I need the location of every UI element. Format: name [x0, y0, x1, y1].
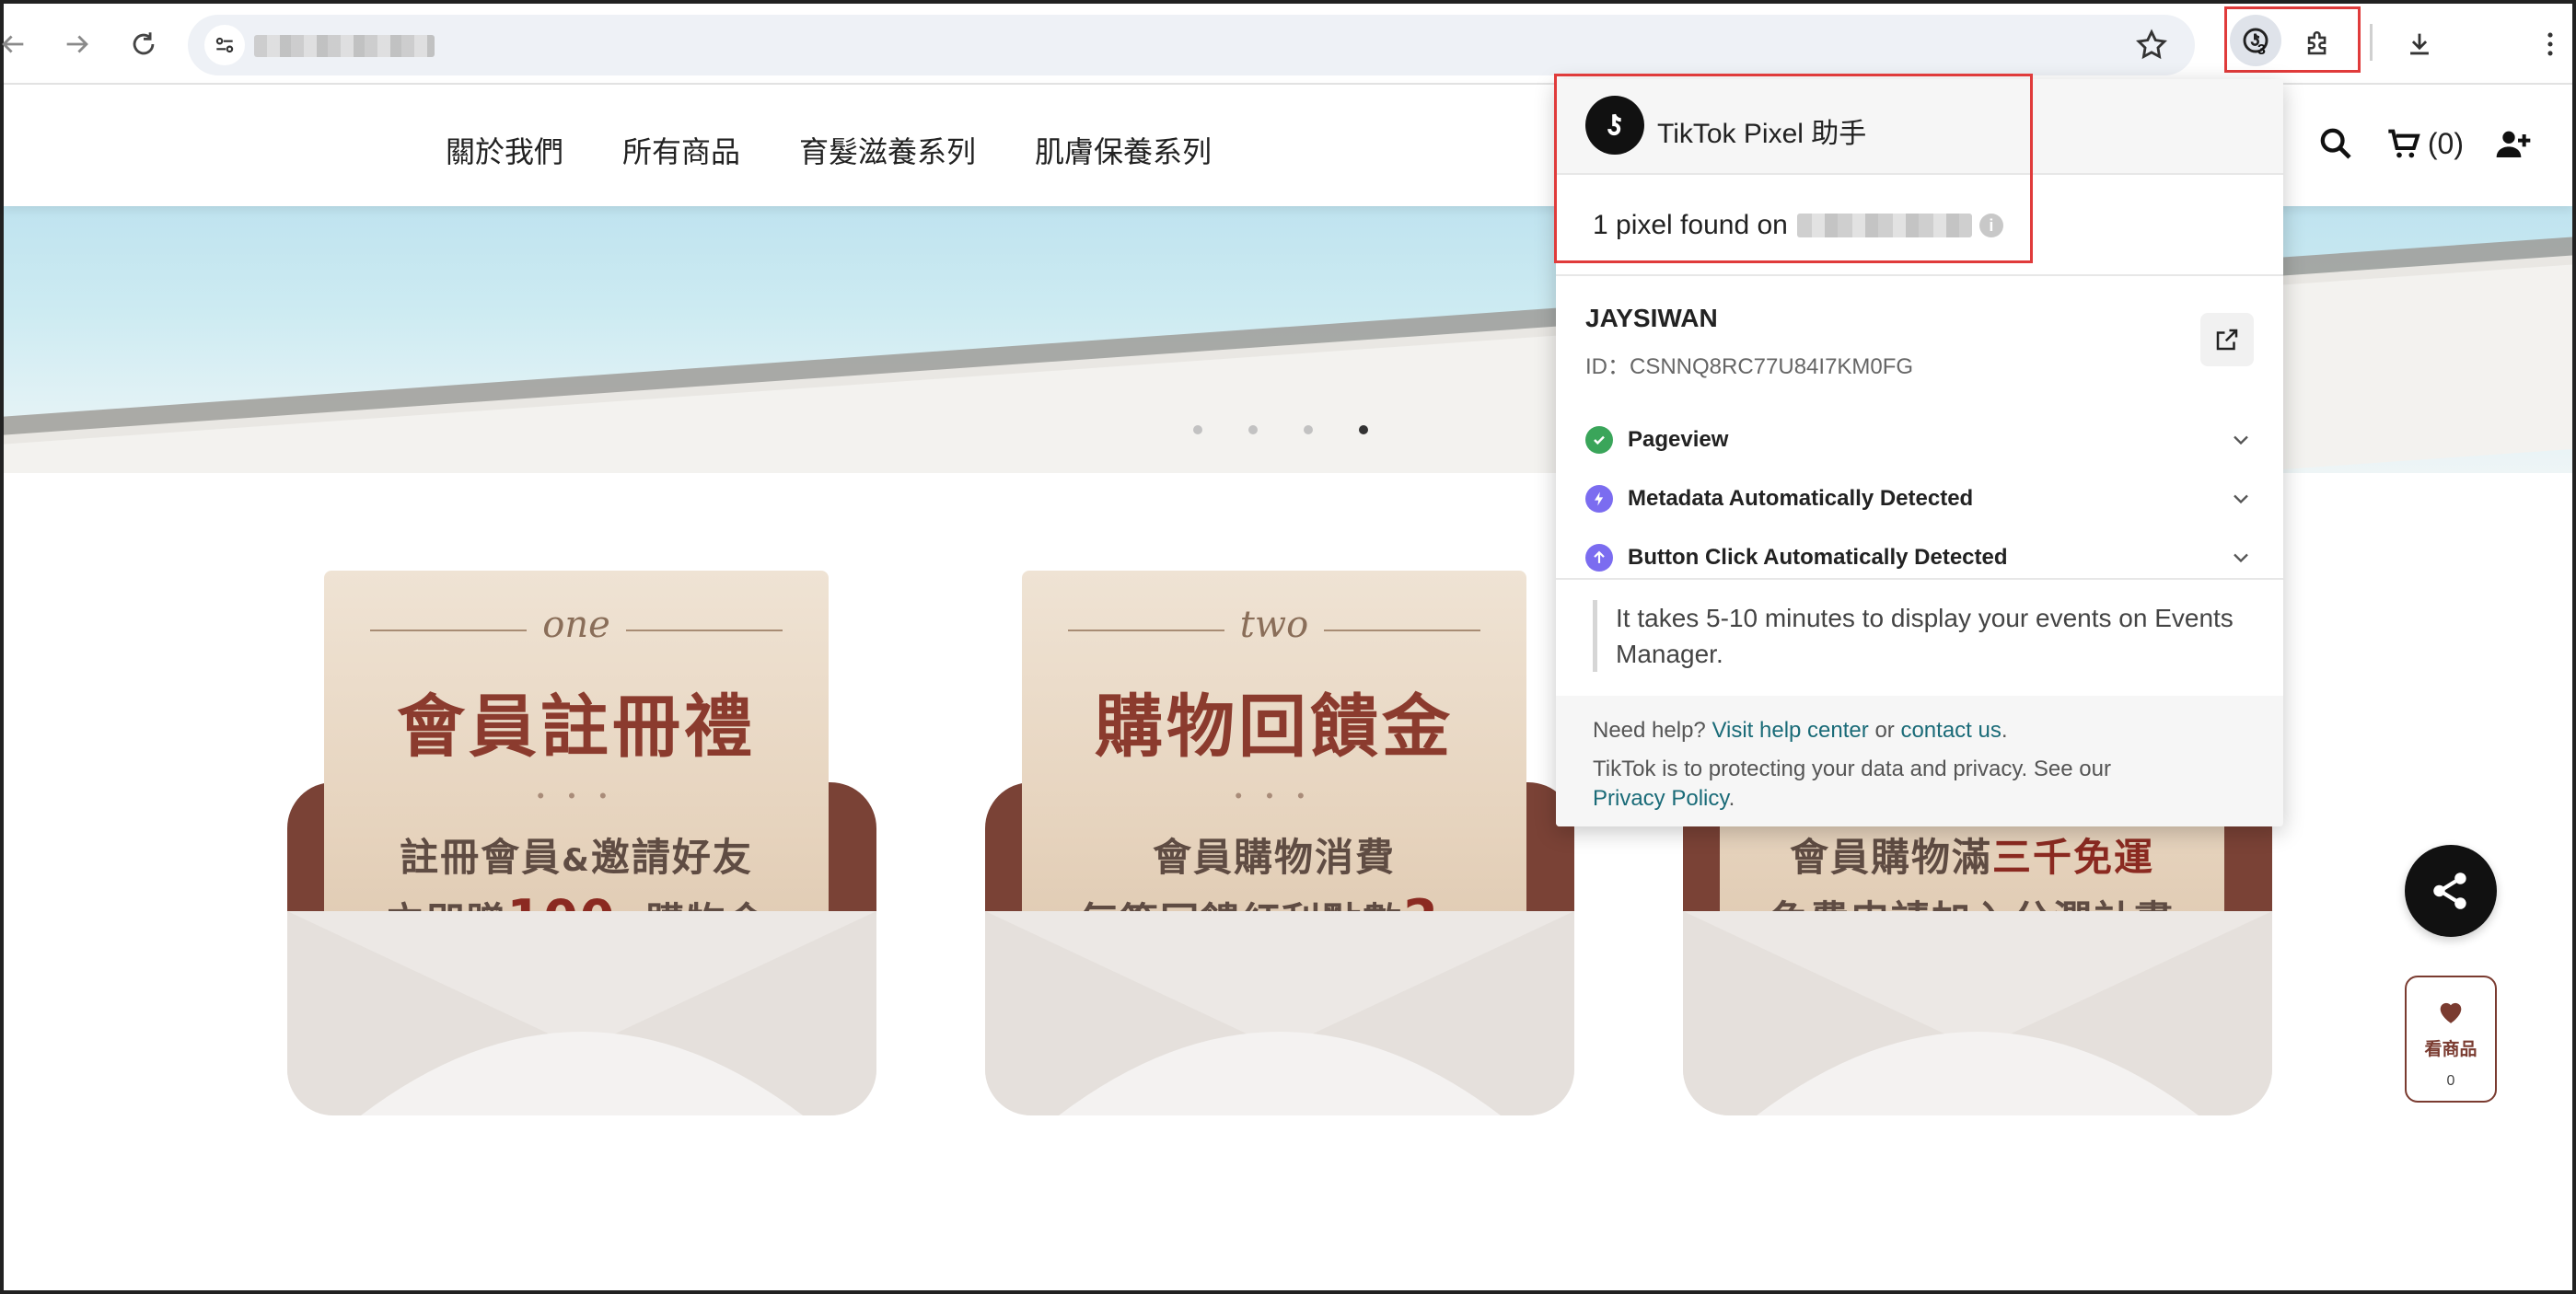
add-user-icon[interactable] — [2495, 125, 2532, 162]
url-text-redacted — [254, 35, 435, 57]
reload-icon — [133, 32, 155, 55]
info-icon[interactable]: i — [1978, 214, 2003, 237]
arrow-up-icon — [1585, 544, 1613, 572]
chevron-down-icon — [2234, 494, 2248, 504]
help-line: Need help? Visit help center or contact … — [1593, 718, 2008, 743]
address-bar[interactable] — [188, 15, 2195, 75]
download-icon — [2410, 33, 2429, 55]
heart-icon — [2440, 1002, 2462, 1023]
browser-toolbar: 3 — [2, 4, 2572, 85]
popup-footer: Need help? Visit help center or contact … — [1556, 696, 2283, 826]
cart-icon — [2388, 129, 2420, 158]
share-icon — [2433, 872, 2466, 909]
carousel-dot[interactable] — [1304, 425, 1313, 434]
tiktok-pixel-helper-popup: TikTok Pixel 助手 1 pixel found on i JAYSI… — [1554, 74, 2283, 826]
toolbar-divider — [2370, 24, 2373, 61]
tiktok-pixel-icon — [2243, 28, 2269, 53]
card-title: 會員註冊禮 — [397, 687, 756, 767]
kebab-menu-icon — [2547, 32, 2553, 56]
contact-us-link[interactable]: contact us — [1900, 718, 2001, 743]
carousel-dot[interactable] — [1248, 425, 1258, 434]
privacy-policy-link[interactable]: Privacy Policy — [1593, 786, 1729, 811]
events-delay-note: It takes 5-10 minutes to display your ev… — [1593, 600, 2256, 672]
card-line-1: 會員購物消費 — [1152, 835, 1396, 880]
pixel-found-summary: 1 pixel found on i — [1593, 210, 2003, 241]
nav-item-hair-care[interactable]: 育髮滋養系列 — [799, 129, 976, 171]
download-button[interactable] — [2397, 22, 2442, 66]
nav-item-all-products[interactable]: 所有商品 — [622, 129, 740, 171]
event-row-metadata[interactable]: Metadata Automatically Detected — [1585, 480, 2254, 517]
wishlist-label: 看商品 — [2424, 1040, 2477, 1059]
site-info-button[interactable] — [204, 25, 245, 65]
forward-button[interactable] — [55, 22, 99, 66]
card-number: one — [324, 604, 829, 646]
star-icon[interactable] — [2134, 28, 2169, 63]
carousel-dot[interactable] — [1193, 425, 1202, 434]
tune-icon — [215, 37, 234, 53]
check-icon — [1585, 426, 1613, 454]
carousel-dot-active[interactable] — [1359, 425, 1368, 434]
arrow-right-icon — [66, 35, 88, 53]
cart-count: (0) — [2427, 126, 2464, 160]
card-line-1: 註冊會員&邀請好友 — [400, 835, 753, 880]
privacy-line: TikTok is to protecting your data and pr… — [1593, 757, 2111, 811]
card-title: 購物回饋金 — [1095, 687, 1454, 767]
reload-button[interactable] — [122, 22, 166, 66]
arrow-left-icon — [2, 35, 24, 53]
chevron-down-icon — [2234, 435, 2248, 445]
promo-card-register[interactable]: one 會員註冊禮 • • • 註冊會員&邀請好友 立即贈100元購物金 — [287, 571, 876, 1123]
browser-menu-button[interactable] — [2528, 22, 2572, 66]
search-icon[interactable] — [2317, 125, 2354, 162]
envelope-front — [1683, 911, 2272, 1115]
nav-item-about[interactable]: 關於我們 — [446, 129, 563, 171]
nav-item-skin-care[interactable]: 肌膚保養系列 — [1035, 129, 1212, 171]
extension-badge: 3 — [2257, 42, 2266, 58]
header-actions: (0) — [2317, 125, 2532, 162]
open-external-button[interactable] — [2200, 313, 2254, 366]
share-button[interactable] — [2405, 845, 2497, 937]
domain-redacted — [1796, 214, 1972, 237]
pixel-id: ID：CSNNQ8RC77U84I7KM0FG — [1585, 354, 1914, 379]
event-row-button-click[interactable]: Button Click Automatically Detected — [1585, 539, 2254, 576]
lightning-icon — [1585, 485, 1613, 513]
chevron-down-icon — [2234, 553, 2248, 563]
pixel-name: JAYSIWAN — [1585, 304, 1718, 332]
carousel-dots — [1193, 425, 1368, 434]
tiktok-pixel-extension-button[interactable]: 3 — [2230, 15, 2281, 66]
event-row-pageview[interactable]: Pageview — [1585, 422, 2254, 458]
envelope-front — [287, 911, 876, 1115]
external-link-icon — [2216, 329, 2238, 351]
puzzle-icon — [2307, 31, 2327, 55]
extensions-button[interactable] — [2296, 22, 2340, 66]
cart-button[interactable]: (0) — [2385, 125, 2464, 162]
back-button[interactable] — [0, 22, 35, 66]
main-nav: 關於我們 所有商品 育髮滋養系列 肌膚保養系列 — [446, 129, 1212, 171]
wishlist-count: 0 — [2446, 1073, 2455, 1089]
help-center-link[interactable]: Visit help center — [1712, 718, 1868, 743]
wishlist-button[interactable]: 看商品 0 — [2405, 976, 2497, 1103]
envelope-front — [985, 911, 1574, 1115]
promo-card-rebate[interactable]: two 購物回饋金 • • • 會員購物消費 每筆回饋紅利點數2% — [985, 571, 1574, 1123]
card-line-1: 會員購物滿三千免運 — [1789, 835, 2155, 880]
card-number: two — [1022, 604, 1526, 646]
